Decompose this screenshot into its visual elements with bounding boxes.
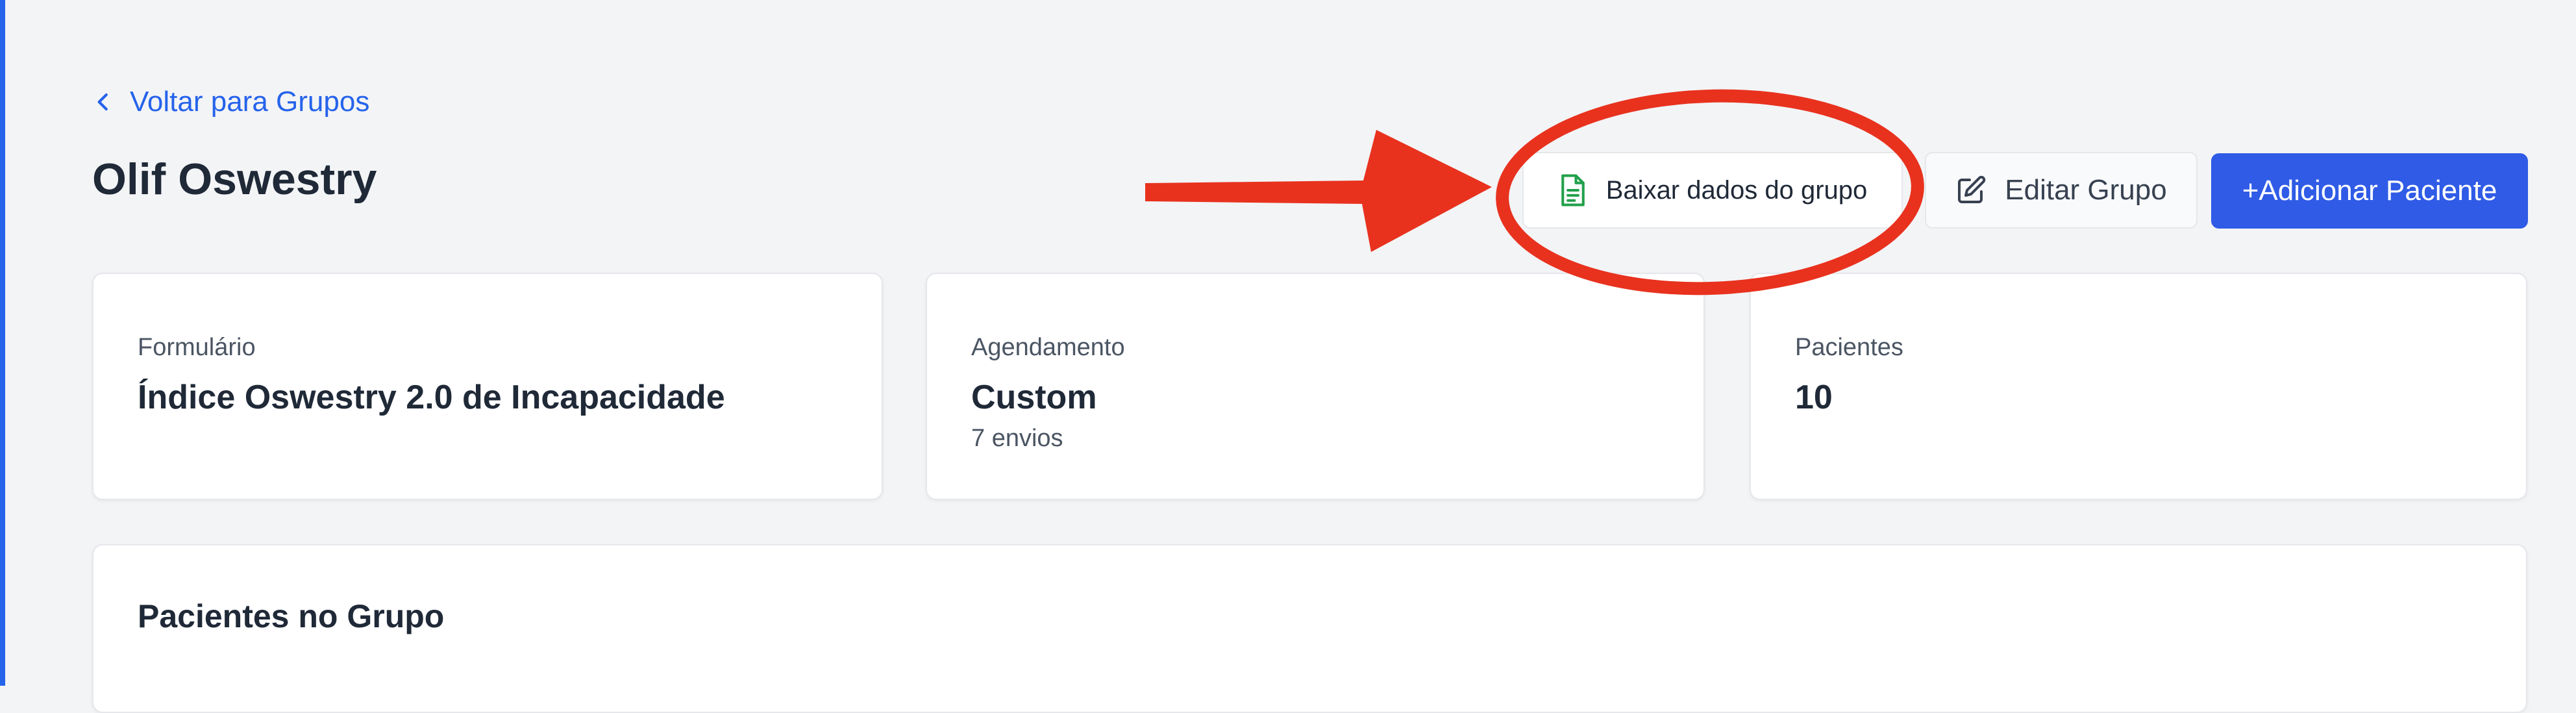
form-card-value: Índice Oswestry 2.0 de Incapacidade <box>138 379 725 416</box>
download-group-data-button[interactable]: Baixar dados do grupo <box>1522 152 1903 229</box>
back-to-groups-link[interactable]: Voltar para Grupos <box>91 86 369 118</box>
schedule-card-label: Agendamento <box>971 334 1125 361</box>
patients-card-label: Pacientes <box>1795 334 1903 361</box>
edit-group-button[interactable]: Editar Grupo <box>1925 152 2198 229</box>
red-arrow-annotation <box>1145 130 1492 252</box>
form-card: Formulário Índice Oswestry 2.0 de Incapa… <box>92 273 883 500</box>
schedule-card-value: Custom <box>971 379 1097 416</box>
left-accent-bar <box>0 0 5 686</box>
schedule-card-sub: 7 envios <box>971 425 1063 452</box>
add-patient-button[interactable]: +Adicionar Paciente <box>2211 153 2528 229</box>
back-link-label: Voltar para Grupos <box>130 86 370 118</box>
edit-button-label: Editar Grupo <box>2005 174 2167 206</box>
patients-card-value: 10 <box>1795 379 1833 416</box>
section-title: Pacientes no Grupo <box>138 598 445 634</box>
document-icon <box>1558 173 1588 208</box>
form-card-label: Formulário <box>138 334 256 361</box>
page-title: Olif Oswestry <box>92 155 377 204</box>
schedule-card: Agendamento Custom 7 envios <box>926 273 1705 500</box>
patients-card: Pacientes 10 <box>1750 273 2527 500</box>
pencil-square-icon <box>1955 175 1987 206</box>
download-button-label: Baixar dados do grupo <box>1605 175 1868 205</box>
patients-in-group-section: Pacientes no Grupo <box>92 544 2527 713</box>
add-button-label: +Adicionar Paciente <box>2242 175 2497 206</box>
chevron-left-icon <box>91 90 116 114</box>
